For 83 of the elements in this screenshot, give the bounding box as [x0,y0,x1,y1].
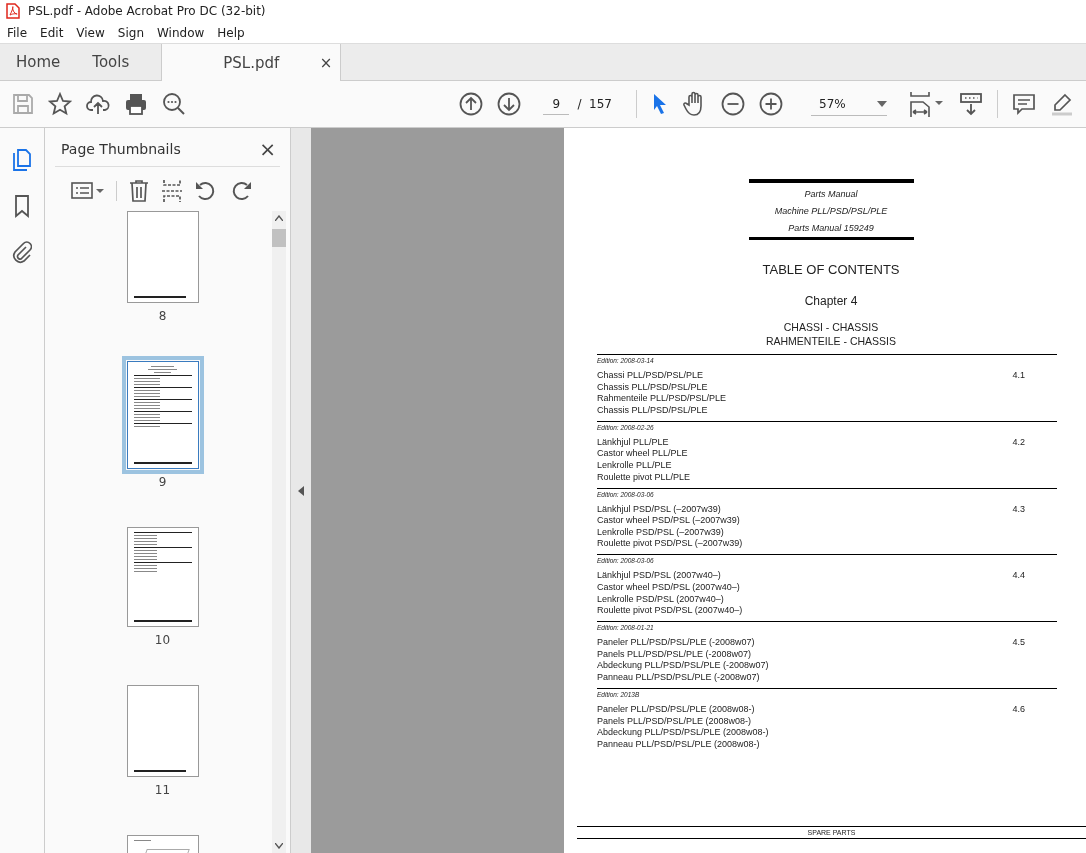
toc-entry: Paneler PLL/PSD/PSL/PLE (2008w08-) [597,703,756,714]
section-number: 4.2 [1012,436,1025,449]
section-number: 4.6 [1012,703,1025,716]
page-number: 11 [154,783,171,797]
page-number: 9 [158,475,167,489]
panel-title: Page Thumbnails [61,141,181,157]
toc-entry: Castor wheel PSD/PSL (2007w40–) [597,581,741,592]
toc-entry: Chassis PLL/PSD/PSL/PLE [597,404,709,415]
scrollbar[interactable] [272,211,286,853]
page-thumbnail[interactable] [126,211,199,303]
toc-entry: Rahmenteile PLL/PSD/PSL/PLE [597,393,727,404]
toc-entry: Lenkrolle PSD/PSL (–2007w39) [597,526,725,537]
highlighter-icon[interactable] [1050,92,1074,116]
toc-entry: Panels PLL/PSD/PSL/PLE (2008w08-) [597,715,753,726]
star-icon[interactable] [48,92,72,116]
toc-entry: Paneler PLL/PSD/PSL/PLE (-2008w07) [597,637,756,648]
document-title: TABLE OF CONTENTS [762,262,900,277]
page-fit-icon[interactable] [909,91,945,117]
toc-entry: Castor wheel PSD/PSL (–2007w39) [597,515,741,526]
collapse-panel-handle[interactable] [290,128,311,853]
search-icon[interactable] [162,92,186,116]
scroll-mode-icon[interactable] [959,92,983,116]
toc-entry: Lenkrolle PLL/PLE [597,459,673,470]
menu-item[interactable]: File [7,25,28,40]
toc-entry: Länkhjul PLL/PLE [597,436,670,447]
chapter-subtitle: RAHMENTEILE - CHASSIS [765,335,897,347]
menu-item[interactable]: Edit [40,25,64,40]
toc-entry: Castor wheel PLL/PLE [597,448,689,459]
toc-entry: Chassis PLL/PSD/PSL/PLE [597,381,709,392]
toc-entry: Roulette pivot PSD/PSL (2007w40–) [597,605,743,616]
page-thumbnail[interactable] [126,685,199,777]
section-number: 4.4 [1012,570,1025,583]
tab[interactable]: PSL.pdf × [161,44,342,81]
extract-pages-icon[interactable] [161,179,183,203]
bookmark-icon[interactable] [13,194,31,218]
toc-entry: Lenkrolle PSD/PSL (2007w40–) [597,593,725,604]
options-menu-icon[interactable] [71,181,105,201]
menu-item[interactable]: Window [157,25,205,40]
tab[interactable]: Home [0,44,77,80]
menu-item[interactable]: View [76,25,105,40]
zoom-out-icon[interactable] [721,92,745,116]
chapter-heading: Chapter 4 [804,294,858,308]
section-number: 4.3 [1012,503,1025,516]
zoom-dropdown[interactable]: 57% [811,92,887,116]
paperclip-icon[interactable] [12,240,32,264]
toc-entry: Panels PLL/PSD/PSL/PLE (-2008w07) [597,648,753,659]
page-number: 8 [158,309,167,323]
header-text: Parts Manual 159249 [788,223,874,233]
comment-icon[interactable] [1012,92,1036,116]
page-number-field[interactable]: 9 [543,93,570,115]
close-icon[interactable]: × [259,137,276,161]
zoom-in-icon[interactable] [759,92,783,116]
trash-icon[interactable] [128,179,150,203]
scroll-thumb[interactable] [272,229,286,247]
toc-entry: Panneau PLL/PSD/PSL/PLE (-2008w07) [597,671,761,682]
scroll-down-icon[interactable] [275,843,283,849]
pdf-file-icon [6,3,20,19]
scroll-up-icon[interactable] [275,215,283,221]
toc-entry: Abdeckung PLL/PSD/PSL/PLE (-2008w07) [597,660,769,671]
tab[interactable]: Tools [76,44,146,80]
toc-entry: Roulette pivot PSD/PSL (–2007w39) [597,538,743,549]
caret-icon [877,100,887,107]
page-thumbnail[interactable] [126,527,199,627]
page-count: / 157 [577,97,612,111]
pages-icon[interactable] [11,148,33,172]
toc-entry: Panneau PLL/PSD/PSL/PLE (2008w08-) [597,738,761,749]
toc-entry: Roulette pivot PLL/PLE [597,471,691,482]
toc-entry: Chassi PLL/PSD/PSL/PLE [597,370,705,380]
toc-entry: Länkhjul PSD/PSL (2007w40–) [597,570,722,581]
section-number: 4.1 [1012,370,1025,382]
menu-item[interactable]: Help [217,25,245,40]
toc-entry: Abdeckung PLL/PSD/PSL/PLE (2008w08-) [597,727,769,738]
print-icon[interactable] [124,92,148,116]
menu-item[interactable]: Sign [117,25,144,40]
cloud-upload-icon[interactable] [86,92,110,116]
window-title: PSL.pdf - Adobe Acrobat Pro DC (32-bit) [28,4,266,18]
section-number: 4.5 [1012,637,1025,650]
close-icon[interactable]: × [319,53,333,72]
header-text: Machine PLL/PSD/PSL/PLE [774,206,888,216]
chapter-subtitle: CHASSI - CHASSIS [783,321,879,333]
header-text: Parts Manual [804,189,858,199]
toc-entry: Länkhjul PSD/PSL (–2007w39) [597,503,722,514]
page-number: 10 [154,633,171,647]
